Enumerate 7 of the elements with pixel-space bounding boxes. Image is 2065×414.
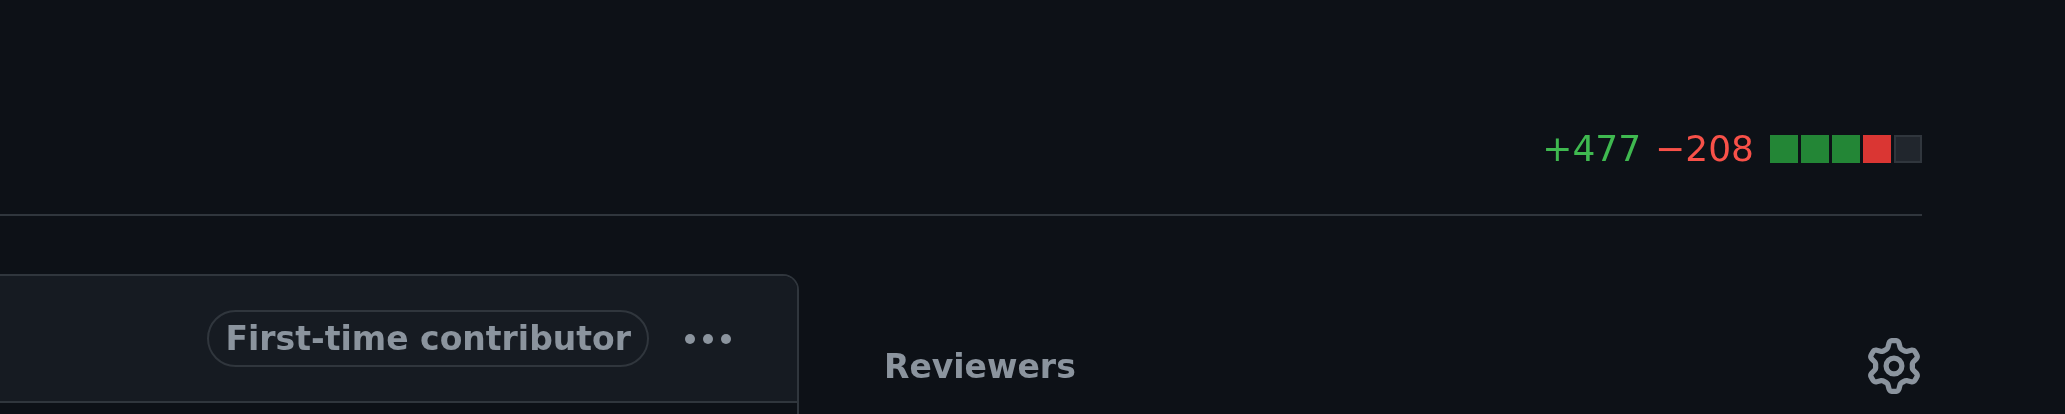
- ellipsis-icon: [685, 332, 731, 345]
- reviewers-heading: Reviewers: [884, 346, 1076, 386]
- additions-count: +477: [1542, 127, 1642, 171]
- deletions-count: −208: [1655, 127, 1754, 171]
- settings-button[interactable]: [1866, 338, 1922, 394]
- contributor-label: First-time contributor: [207, 310, 649, 367]
- settings-icon: [1866, 338, 1922, 394]
